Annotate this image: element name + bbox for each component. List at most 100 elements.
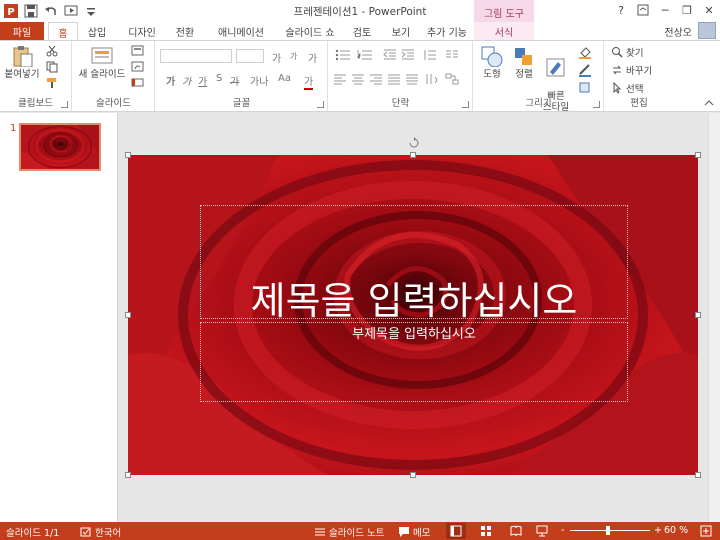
fit-to-window-icon[interactable]	[700, 525, 712, 537]
grow-font-button[interactable]: 가	[272, 50, 281, 65]
align-right-icon[interactable]	[369, 73, 383, 85]
select-cursor-icon	[613, 82, 622, 94]
tab-insert[interactable]: 삽입	[82, 22, 112, 40]
zoom-slider-thumb[interactable]	[606, 526, 610, 535]
slideshow-view-icon[interactable]	[536, 525, 548, 537]
font-launcher-icon[interactable]	[317, 101, 324, 108]
text-direction-icon[interactable]	[425, 73, 439, 85]
section-icon[interactable]	[131, 77, 147, 89]
title-placeholder-text: 제목을 입력하십시오	[250, 279, 578, 323]
layout-icon[interactable]	[131, 45, 147, 57]
tab-transitions[interactable]: 전환	[170, 22, 200, 40]
drawing-launcher-icon[interactable]	[593, 101, 600, 108]
collapse-ribbon-icon[interactable]	[704, 99, 714, 107]
numbering-icon[interactable]	[357, 49, 373, 61]
tab-design[interactable]: 디자인	[122, 22, 162, 40]
shrink-font-button[interactable]: 가	[290, 51, 297, 62]
character-spacing-button[interactable]: 가나	[250, 73, 268, 88]
format-painter-icon[interactable]	[46, 77, 58, 89]
resize-handle-l[interactable]	[125, 312, 131, 318]
align-left-icon[interactable]	[333, 73, 347, 85]
paste-button[interactable]: 붙여넣기	[4, 45, 40, 80]
clear-format-button[interactable]: 가	[308, 50, 317, 65]
find-icon	[612, 47, 623, 58]
restore-button[interactable]: ❐	[676, 0, 698, 20]
rotate-handle-icon[interactable]	[408, 137, 420, 149]
tab-animations[interactable]: 애니메이션	[212, 22, 270, 40]
tab-file[interactable]: 파일	[0, 22, 44, 40]
shape-outline-icon[interactable]	[578, 63, 592, 77]
language-indicator[interactable]: 한국어	[80, 525, 121, 539]
copy-icon[interactable]	[46, 61, 58, 73]
help-button[interactable]: ?	[610, 0, 632, 20]
font-name-combo[interactable]	[160, 49, 232, 63]
slide-canvas[interactable]: 제목을 입력하십시오 부제목을 입력하십시오	[128, 155, 698, 475]
find-button[interactable]: 찾기	[611, 45, 643, 59]
tab-review[interactable]: 검토	[348, 22, 376, 40]
arrange-button[interactable]: 정렬	[510, 45, 538, 80]
columns-icon[interactable]	[445, 49, 459, 61]
bold-button[interactable]: 가	[166, 73, 175, 88]
vertical-scrollbar[interactable]	[708, 113, 720, 522]
subtitle-placeholder[interactable]: 부제목을 입력하십시오	[200, 322, 628, 402]
shapes-button[interactable]: 도형	[478, 45, 506, 80]
minimize-button[interactable]: ─	[654, 0, 676, 20]
ribbon-tabs: 파일 홈 삽입 디자인 전환 애니메이션 슬라이드 쇼 검토 보기 추가 기능 …	[0, 22, 720, 41]
resize-handle-bl[interactable]	[125, 472, 131, 478]
notes-button[interactable]: 슬라이드 노트	[314, 525, 384, 539]
reset-icon[interactable]	[131, 61, 147, 73]
new-slide-button[interactable]: 새 슬라이드	[77, 45, 127, 80]
zoom-out-button[interactable]: -	[561, 525, 564, 536]
tab-slideshow[interactable]: 슬라이드 쇼	[280, 22, 340, 40]
shadow-button[interactable]: S	[216, 73, 222, 84]
resize-handle-br[interactable]	[695, 472, 701, 478]
tab-home[interactable]: 홈	[48, 22, 78, 41]
resize-handle-t[interactable]	[410, 152, 416, 158]
change-case-button[interactable]: Aa	[278, 73, 291, 84]
slide-thumbnail[interactable]	[19, 123, 101, 171]
justify-icon[interactable]	[387, 73, 401, 85]
user-name[interactable]: 전상오	[664, 24, 692, 39]
ribbon-display-options-icon[interactable]	[632, 0, 654, 20]
slide-sorter-icon[interactable]	[480, 525, 492, 537]
slide-count: 슬라이드 1/1	[6, 528, 60, 539]
strikethrough-button[interactable]: 가	[230, 73, 239, 88]
title-placeholder[interactable]: 제목을 입력하십시오	[200, 205, 628, 323]
reading-view-icon[interactable]	[510, 525, 522, 537]
zoom-slider[interactable]	[570, 530, 650, 531]
increase-indent-icon[interactable]	[401, 49, 415, 61]
align-center-icon[interactable]	[351, 73, 365, 85]
resize-handle-r[interactable]	[695, 312, 701, 318]
zoom-in-button[interactable]: +	[654, 525, 662, 536]
smartart-icon[interactable]	[445, 73, 459, 85]
resize-handle-tr[interactable]	[695, 152, 701, 158]
font-size-combo[interactable]	[236, 49, 264, 63]
zoom-level[interactable]: 60 %	[664, 525, 688, 536]
comments-label: 메모	[413, 528, 431, 539]
decrease-indent-icon[interactable]	[383, 49, 397, 61]
italic-button[interactable]: 가	[182, 73, 191, 88]
group-paragraph-label: 단락	[391, 98, 410, 109]
avatar[interactable]	[698, 22, 716, 39]
underline-button[interactable]: 가	[198, 73, 207, 88]
bullets-icon[interactable]	[335, 49, 351, 61]
resize-handle-b[interactable]	[410, 472, 416, 478]
comments-button[interactable]: 메모	[398, 525, 430, 539]
select-button[interactable]: 선택	[611, 81, 643, 95]
line-spacing-icon[interactable]	[423, 49, 437, 61]
shape-fill-icon[interactable]	[578, 45, 592, 59]
language-label: 한국어	[95, 528, 122, 539]
tab-view[interactable]: 보기	[386, 22, 416, 40]
shape-effects-icon[interactable]	[578, 81, 592, 95]
clipboard-launcher-icon[interactable]	[61, 101, 68, 108]
close-button[interactable]: ✕	[698, 0, 720, 20]
resize-handle-tl[interactable]	[125, 152, 131, 158]
distributed-icon[interactable]	[405, 73, 419, 85]
tab-format[interactable]: 서식	[474, 22, 534, 40]
tab-addins[interactable]: 추가 기능	[424, 22, 470, 40]
font-color-button[interactable]: 가	[304, 73, 314, 90]
paragraph-launcher-icon[interactable]	[462, 101, 469, 108]
cut-icon[interactable]	[46, 45, 58, 57]
replace-button[interactable]: 바꾸기	[611, 63, 652, 77]
normal-view-icon[interactable]	[446, 523, 466, 539]
